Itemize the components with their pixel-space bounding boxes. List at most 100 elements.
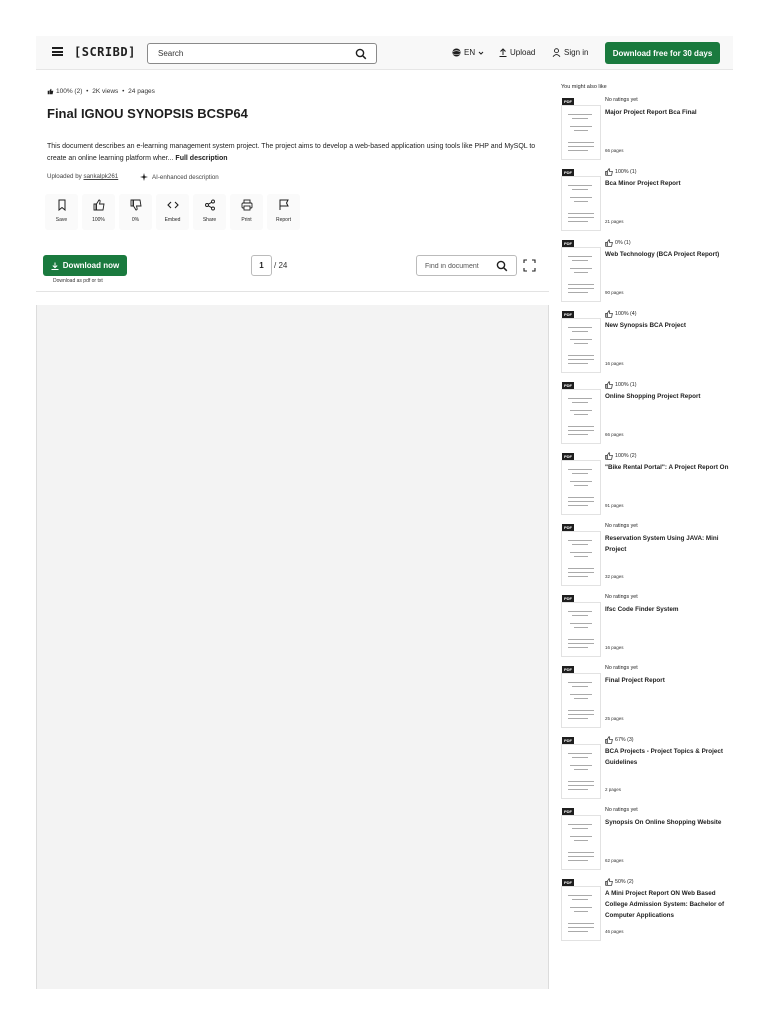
document-title: Final IGNOU SYNOPSIS BCSP64 xyxy=(47,106,248,121)
like-percent-label: 100% xyxy=(92,217,105,223)
rating-text: 67% (3) xyxy=(615,737,634,743)
recommendation-title[interactable]: Reservation System Using JAVA: Mini Proj… xyxy=(605,533,731,555)
recommendation-rating: No ratings yet xyxy=(605,807,638,813)
recommendation-title[interactable]: A Mini Project Report ON Web Based Colle… xyxy=(605,888,731,921)
document-thumbnail[interactable]: PDF xyxy=(561,382,601,444)
thumbs-up-icon xyxy=(605,239,613,247)
dislike-button[interactable]: 0% xyxy=(119,194,152,230)
document-thumbnail[interactable]: PDF xyxy=(561,879,601,941)
recommendation-title[interactable]: Major Project Report Bca Final xyxy=(605,107,731,118)
download-now-label: Download now xyxy=(62,261,120,270)
uploader-link[interactable]: sankalpk261 xyxy=(83,173,118,180)
recommendation-card[interactable]: PDF No ratings yet Reservation System Usin… xyxy=(561,523,731,589)
print-button[interactable]: Print xyxy=(230,194,263,230)
find-in-document[interactable] xyxy=(416,255,517,276)
share-icon xyxy=(204,199,215,211)
save-button[interactable]: Save xyxy=(45,194,78,230)
share-label: Share xyxy=(202,217,217,223)
thumbnail-line xyxy=(568,643,594,644)
document-thumbnail[interactable]: PDF xyxy=(561,453,601,515)
rating-text: No ratings yet xyxy=(605,594,638,600)
menu-icon[interactable] xyxy=(52,47,63,56)
document-thumbnail[interactable]: PDF xyxy=(561,595,601,657)
scribd-logo[interactable]: [SCRIBD] xyxy=(74,45,136,59)
thumbnail-line xyxy=(570,268,592,269)
recommendation-title[interactable]: Bca Minor Project Report xyxy=(605,178,731,189)
document-thumbnail[interactable]: PDF xyxy=(561,808,601,870)
recommendation-card[interactable]: PDF 100% (1) Bca Minor Project Report 21 pa… xyxy=(561,168,731,234)
recommendation-title[interactable]: BCA Projects - Project Topics & Project … xyxy=(605,746,731,768)
thumbnail-line xyxy=(568,540,592,541)
thumbnail-line xyxy=(570,410,592,411)
recommendation-card[interactable]: PDF 50% (2) A Mini Project Report ON Web B… xyxy=(561,878,731,944)
recommendation-card[interactable]: PDF 100% (4) New Synopsis BCA Project 16 pa… xyxy=(561,310,731,376)
search-icon[interactable] xyxy=(496,260,508,272)
page-number-input[interactable]: 1 xyxy=(251,255,272,276)
dislike-percent-label: 0% xyxy=(131,217,140,223)
divider xyxy=(36,291,549,292)
report-button[interactable]: Report xyxy=(267,194,300,230)
recommendation-card[interactable]: PDF 0% (1) Web Technology (BCA Project Rep… xyxy=(561,239,731,305)
fullscreen-icon[interactable] xyxy=(523,259,536,272)
document-thumbnail[interactable]: PDF xyxy=(561,311,601,373)
pdf-badge-icon: PDF xyxy=(562,240,574,247)
thumbnail-line xyxy=(568,284,594,285)
rating-text: No ratings yet xyxy=(605,807,638,813)
action-toolbar: Save 100% 0% Embed Share Print Report xyxy=(45,194,300,230)
sign-in-button[interactable]: Sign in xyxy=(552,48,588,57)
document-thumbnail[interactable]: PDF xyxy=(561,737,601,799)
find-input[interactable] xyxy=(425,260,495,272)
document-thumbnail[interactable]: PDF xyxy=(561,524,601,586)
recommendation-card[interactable]: PDF No ratings yet Major Project Report Bc… xyxy=(561,97,731,163)
upload-button[interactable]: Upload xyxy=(499,48,535,57)
thumbnail-line xyxy=(572,331,588,332)
thumbnail-line xyxy=(572,615,588,616)
download-now-button[interactable]: Download now xyxy=(43,255,127,276)
document-thumbnail[interactable]: PDF xyxy=(561,98,601,160)
thumbnail-line xyxy=(574,627,588,628)
document-viewer[interactable] xyxy=(36,305,549,989)
recommendation-rating: No ratings yet xyxy=(605,665,638,671)
recommendation-title[interactable]: Ifsc Code Finder System xyxy=(605,604,731,615)
document-thumbnail[interactable]: PDF xyxy=(561,240,601,302)
recommendation-title[interactable]: "Bike Rental Portal": A Project Report O… xyxy=(605,462,731,473)
thumbnail-line xyxy=(572,899,588,900)
like-button[interactable]: 100% xyxy=(82,194,115,230)
thumbnail-line xyxy=(572,260,588,261)
search-icon[interactable] xyxy=(355,48,367,60)
share-button[interactable]: Share xyxy=(193,194,226,230)
thumbnail-line xyxy=(568,682,592,683)
uploaded-by-label: Uploaded by xyxy=(47,173,82,180)
search-input[interactable] xyxy=(158,47,348,60)
document-thumbnail[interactable]: PDF xyxy=(561,666,601,728)
download-icon xyxy=(51,262,59,270)
full-description-link[interactable]: Full description xyxy=(175,155,227,162)
recommendation-title[interactable]: Web Technology (BCA Project Report) xyxy=(605,249,731,260)
document-description: This document describes an e-learning ma… xyxy=(47,141,547,165)
thumbnail-line xyxy=(570,623,592,624)
recommendation-title[interactable]: Final Project Report xyxy=(605,675,731,686)
download-free-trial-button[interactable]: Download free for 30 days xyxy=(605,42,720,64)
thumbnail-line xyxy=(568,710,594,711)
recommendation-card[interactable]: PDF No ratings yet Ifsc Code Finder System… xyxy=(561,594,731,660)
recommendation-card[interactable]: PDF 100% (2) "Bike Rental Portal": A Proje… xyxy=(561,452,731,518)
document-thumbnail[interactable]: PDF xyxy=(561,169,601,231)
search-bar[interactable] xyxy=(147,43,377,64)
recommendation-card[interactable]: PDF No ratings yet Final Project Report 25 … xyxy=(561,665,731,731)
recommendation-pages: 32 pages xyxy=(605,574,624,579)
embed-button[interactable]: Embed xyxy=(156,194,189,230)
sign-in-label: Sign in xyxy=(564,48,589,57)
recommendation-card[interactable]: PDF No ratings yet Synopsis On Online Shop… xyxy=(561,807,731,873)
recommendation-card[interactable]: PDF 67% (3) BCA Projects - Project Topics … xyxy=(561,736,731,802)
recommendations-heading: You might also like xyxy=(561,84,607,90)
recommendation-pages: 66 pages xyxy=(605,148,624,153)
language-selector[interactable]: EN xyxy=(452,48,484,57)
thumbnail-line xyxy=(574,414,588,415)
recommendation-title[interactable]: New Synopsis BCA Project xyxy=(605,320,731,331)
recommendation-title[interactable]: Online Shopping Project Report xyxy=(605,391,731,402)
recommendation-card[interactable]: PDF 100% (1) Online Shopping Project Repor… xyxy=(561,381,731,447)
pdf-badge-icon: PDF xyxy=(562,169,574,176)
recommendation-title[interactable]: Synopsis On Online Shopping Website xyxy=(605,817,731,828)
thumbnail-line xyxy=(568,327,592,328)
thumbnail-line xyxy=(568,363,588,364)
